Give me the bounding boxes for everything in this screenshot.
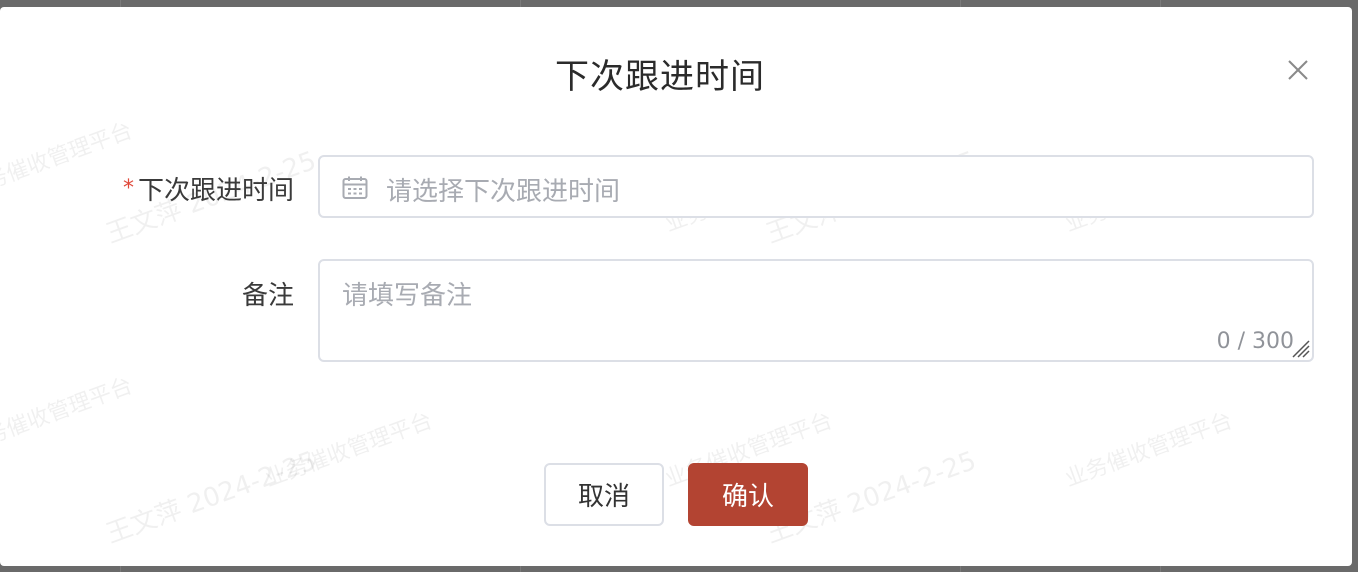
required-mark: *: [122, 176, 134, 201]
next-followup-label: * 下次跟进时间: [100, 170, 294, 207]
dialog-title: 下次跟进时间: [555, 57, 765, 97]
close-icon: [1288, 60, 1308, 80]
close-button[interactable]: [1285, 57, 1311, 83]
confirm-button[interactable]: 确认: [688, 463, 808, 526]
watermark-text: 业务催收管理平台: [1061, 408, 1236, 493]
resize-handle-icon[interactable]: [1285, 333, 1311, 359]
watermark-text: 业务催收管理平台: [0, 373, 136, 458]
remark-textarea[interactable]: 请填写备注 0 / 300: [318, 259, 1314, 362]
next-followup-date-picker[interactable]: 请选择下次跟进时间: [318, 155, 1314, 218]
watermark-text: 王文萍 2024-2-25: [102, 445, 321, 550]
character-counter: 0 / 300: [1216, 329, 1294, 354]
remark-placeholder: 请填写备注: [342, 281, 473, 311]
next-followup-label-text: 下次跟进时间: [137, 176, 294, 206]
calendar-icon: [342, 176, 368, 199]
watermark-text: 业务催收管理平台: [261, 408, 436, 493]
remark-label: 备注: [241, 281, 294, 311]
followup-dialog: 王文萍 2024-2-25 业务催收管理平台 业务催收管理平台 王文萍 2024…: [0, 7, 1352, 566]
date-placeholder: 请选择下次跟进时间: [386, 177, 621, 207]
cancel-button[interactable]: 取消: [544, 463, 664, 526]
